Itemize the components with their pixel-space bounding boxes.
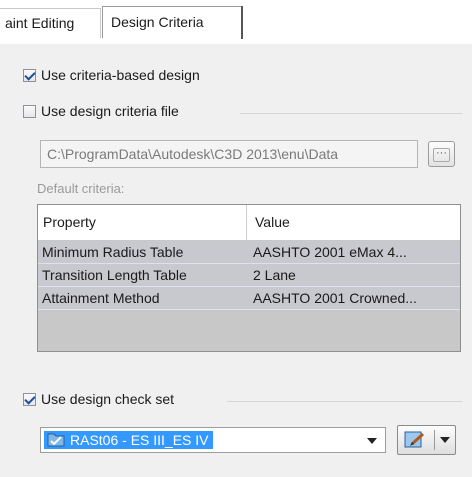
split-separator [434,430,435,450]
criteria-table-header: Property Value [38,205,460,241]
column-separator[interactable] [246,205,247,240]
tab-strip: aint Editing Design Criteria [0,0,472,44]
column-header-value[interactable]: Value [250,205,460,240]
chevron-down-icon[interactable] [367,438,377,444]
row-separator [38,309,460,310]
table-row[interactable]: Attainment Method AASHTO 2001 Crowned... [38,287,460,309]
tab-divider [241,6,243,39]
criteria-table: Property Value Minimum Radius Table AASH… [37,204,461,352]
use-design-criteria-file-checkbox[interactable] [23,104,36,118]
column-header-property[interactable]: Property [38,205,246,240]
default-criteria-label: Default criteria: [37,181,125,196]
use-criteria-based-design-row[interactable]: Use criteria-based design [23,67,200,83]
criteria-file-path-field[interactable]: C:\ProgramData\Autodesk\C3D 2013\enu\Dat… [40,140,418,168]
check-set-icon [47,433,65,447]
edit-icon [404,431,425,448]
use-criteria-based-design-label: Use criteria-based design [41,67,200,83]
browse-label: ··· [433,148,450,162]
browse-button[interactable]: ··· [428,141,455,167]
tab-superelevation-editing[interactable]: aint Editing [0,8,101,38]
use-design-criteria-file-label: Use design criteria file [41,103,179,119]
edit-check-set-button[interactable] [397,425,456,455]
table-row[interactable]: Minimum Radius Table AASHTO 2001 eMax 4.… [38,241,460,263]
use-criteria-based-design-checkbox[interactable] [23,68,36,82]
table-row[interactable]: Transition Length Table 2 Lane [38,264,460,286]
chevron-down-icon[interactable] [440,437,450,443]
use-design-check-set-row[interactable]: Use design check set [23,391,174,407]
property-cell: Minimum Radius Table [42,244,184,260]
use-design-criteria-file-row[interactable]: Use design criteria file [23,103,179,119]
use-design-check-set-checkbox[interactable] [23,392,36,406]
use-design-check-set-label: Use design check set [41,391,175,407]
tab-design-criteria[interactable]: Design Criteria [102,6,242,38]
value-cell: 2 Lane [253,267,296,283]
value-cell: AASHTO 2001 eMax 4... [253,244,407,260]
design-check-set-value: RASt06 - ES III_ES IV [70,432,209,448]
property-cell: Attainment Method [42,290,160,306]
group-line-criteria-file [240,113,462,114]
design-check-set-selected: RASt06 - ES III_ES IV [44,431,213,449]
value-cell: AASHTO 2001 Crowned... [253,290,417,306]
design-check-set-combo[interactable]: RASt06 - ES III_ES IV [40,427,386,453]
group-line-check-set [227,401,462,402]
property-cell: Transition Length Table [42,267,187,283]
